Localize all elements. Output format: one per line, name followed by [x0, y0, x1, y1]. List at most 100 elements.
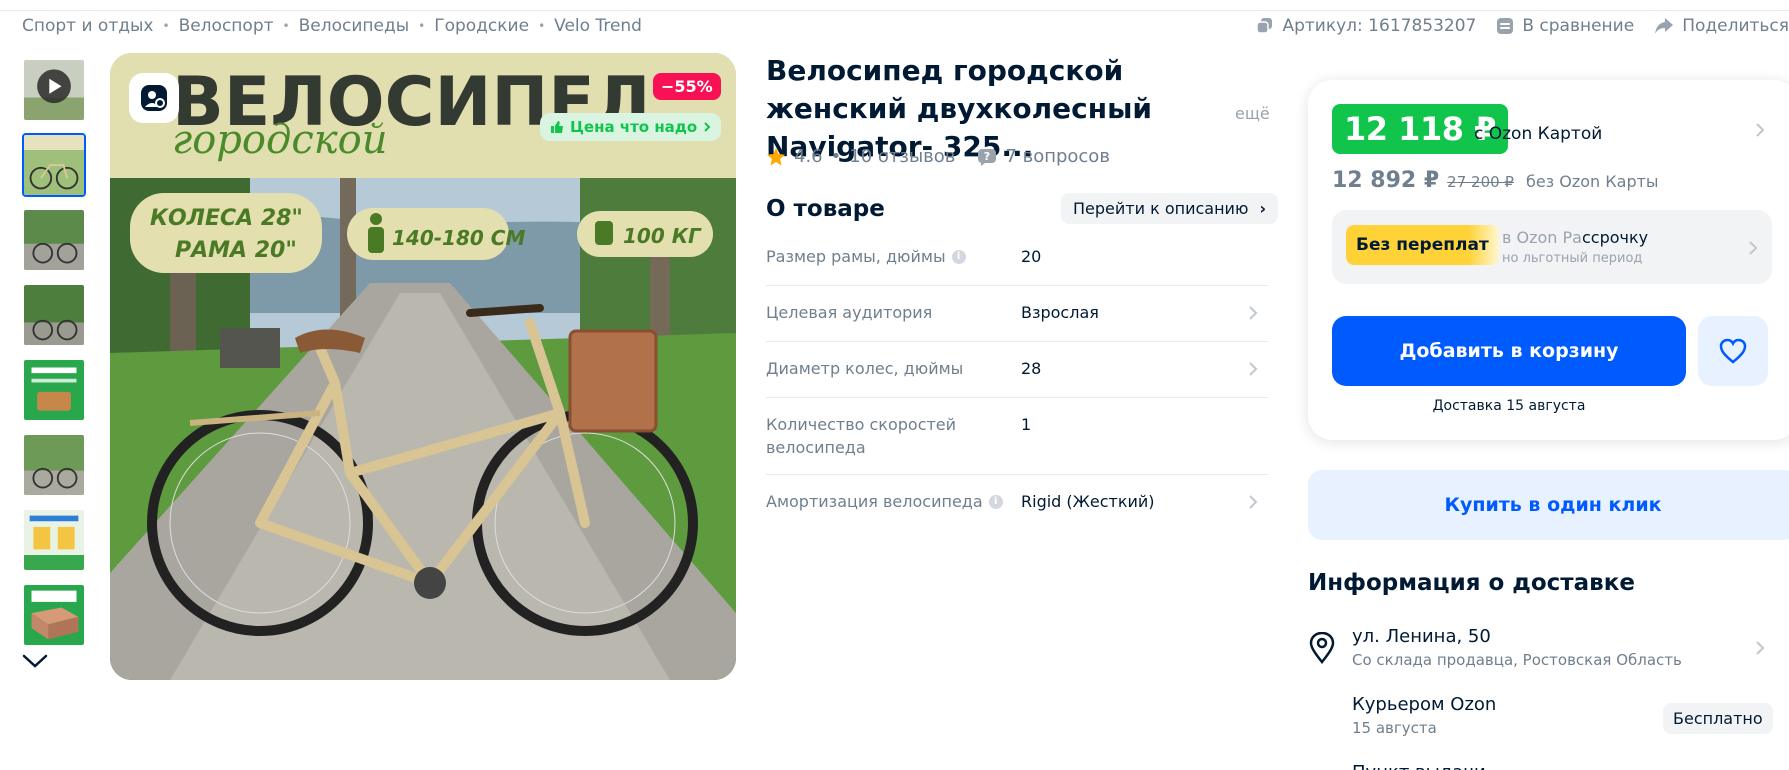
spec-name: Размер рамы, дюймы — [766, 247, 946, 266]
chevron-right-icon — [1249, 495, 1258, 509]
thumbnail-item[interactable] — [22, 583, 86, 647]
pickup-point-label: Пункт выдачи — [1352, 762, 1486, 770]
regular-price: 12 892 ₽ — [1332, 168, 1440, 193]
spec-name: Целевая аудитория — [766, 303, 933, 322]
article-text: Артикул: 1617853207 — [1282, 16, 1477, 36]
svg-text:?: ? — [984, 150, 990, 163]
compare-icon — [1497, 18, 1514, 34]
bike-thumb-image — [24, 210, 84, 270]
installment-title-part: ссрочку — [1581, 228, 1649, 247]
thumbnail-item[interactable] — [22, 283, 86, 347]
chevron-right-icon — [1749, 241, 1758, 255]
breadcrumb-item[interactable]: Velo Trend — [554, 16, 642, 36]
free-delivery-badge: Бесплатно — [1663, 703, 1773, 734]
courier-label: Курьером Ozon — [1352, 694, 1497, 715]
regular-price-row: 12 892 ₽ 27 200 ₽ без Ozon Карты — [1332, 168, 1659, 193]
spec-value: 1 — [1021, 415, 1032, 434]
info-thumb-image — [24, 510, 84, 570]
title-more-link[interactable]: ещё — [1235, 104, 1270, 123]
good-price-tag[interactable]: Цена что надо — [540, 113, 722, 141]
banner-subtitle-text: городской — [172, 117, 387, 163]
courier-delivery: Курьером Ozon 15 августа — [1352, 694, 1496, 737]
star-icon — [767, 147, 785, 165]
spec-value: 20 — [1021, 247, 1042, 266]
spec-row[interactable]: Целевая аудитория Взрослая — [766, 286, 1268, 342]
thumbnail-item[interactable] — [22, 433, 86, 497]
breadcrumb-separator: • — [282, 19, 290, 33]
thumbnail-video[interactable] — [22, 58, 86, 122]
breadcrumb: Спорт и отдых • Велоспорт • Велосипеды •… — [22, 16, 642, 36]
height-label: 140-180 СМ — [392, 226, 525, 250]
thumbnail-item[interactable] — [22, 133, 86, 197]
delivery-date: Доставка 15 августа — [1432, 398, 1586, 414]
breadcrumb-separator: • — [538, 19, 546, 33]
chevron-right-icon[interactable] — [1755, 640, 1765, 656]
thumbnail-item[interactable] — [22, 358, 86, 422]
installment-title: в Ozon Рассрочку — [1502, 228, 1648, 247]
delivery-info-title: Информация о доставке — [1308, 570, 1635, 596]
spec-value: 28 — [1021, 359, 1042, 378]
gallery-thumbnails — [22, 58, 92, 658]
share-button[interactable]: Поделиться — [1654, 16, 1789, 36]
questions-link[interactable]: 7 вопросов — [1005, 146, 1110, 167]
spec-row[interactable]: Амортизация велосипеда i Rigid (Жесткий) — [766, 475, 1268, 531]
rating-dot: • — [830, 146, 842, 167]
info-icon[interactable]: i — [951, 249, 966, 264]
reviews-link[interactable]: 10 отзывов — [849, 146, 955, 167]
box-thumb-image — [24, 585, 84, 645]
bike-photo: ВЕЛОСИПЕД городской КОЛЕСА 28" РАМА 20" … — [110, 53, 736, 680]
image-search-icon — [141, 85, 167, 111]
installment-badge: Без переплат — [1346, 225, 1499, 265]
breadcrumb-separator: • — [418, 19, 426, 33]
copy-icon — [1256, 18, 1273, 34]
delivery-address[interactable]: ул. Ленина, 50 Со склада продавца, Росто… — [1352, 626, 1682, 669]
compare-button[interactable]: В сравнение — [1496, 16, 1634, 36]
bike-thumb-image — [24, 435, 84, 495]
courier-date: 15 августа — [1352, 719, 1437, 737]
chevron-right-icon — [1249, 306, 1258, 320]
buy-one-click-button[interactable]: Купить в один клик — [1308, 470, 1789, 540]
add-to-cart-button[interactable]: Добавить в корзину — [1332, 316, 1686, 386]
goto-description-label: Перейти к описанию — [1073, 199, 1249, 218]
breadcrumb-separator: • — [162, 19, 170, 33]
frame-label: РАМА 20" — [175, 238, 297, 263]
bike-thumb-image — [24, 285, 84, 345]
spec-name: Амортизация велосипеда — [766, 492, 983, 511]
wheels-label: КОЛЕСА 28" — [150, 206, 303, 231]
breadcrumb-item[interactable]: Велосипеды — [299, 16, 410, 36]
spec-value: Rigid (Жесткий) — [1021, 492, 1155, 511]
price-card: 12 118 ₽ с Ozon Картой 12 892 ₽ 27 200 ₽… — [1308, 80, 1789, 440]
breadcrumb-item[interactable]: Городские — [434, 16, 529, 36]
chevron-right-icon[interactable] — [1755, 122, 1765, 138]
share-label: Поделиться — [1682, 16, 1789, 36]
favorite-button[interactable] — [1698, 316, 1768, 386]
breadcrumb-item[interactable]: Велоспорт — [179, 16, 274, 36]
question-icon: ? — [978, 148, 997, 166]
specs-list: Размер рамы, дюймы i 20 Целевая аудитория… — [766, 230, 1268, 531]
thumbnail-item[interactable] — [22, 208, 86, 272]
chevron-down-icon[interactable] — [20, 651, 50, 671]
rating-value: 4.6 — [794, 146, 823, 167]
good-price-label: Цена что надо — [570, 118, 698, 136]
installment-banner[interactable]: Без переплат в Ozon Рассрочку но льготны… — [1332, 210, 1772, 284]
address-subtext: Со склада продавца, Ростовская Область — [1352, 651, 1682, 669]
thumbnail-item[interactable] — [22, 508, 86, 572]
breadcrumb-item[interactable]: Спорт и отдых — [22, 16, 153, 36]
goto-description-button[interactable]: Перейти к описанию › — [1061, 193, 1279, 224]
regular-price-label: без Ozon Карты — [1525, 172, 1659, 191]
video-thumb-image — [24, 60, 84, 120]
main-product-image[interactable]: ВЕЛОСИПЕД городской КОЛЕСА 28" РАМА 20" … — [110, 53, 736, 680]
image-search-button[interactable] — [129, 73, 179, 123]
info-icon[interactable]: i — [988, 494, 1003, 509]
spec-row: Количество скоростей велосипеда 1 — [766, 398, 1268, 475]
spec-row: Размер рамы, дюймы i 20 — [766, 230, 1268, 286]
address-text: ул. Ленина, 50 — [1352, 626, 1491, 647]
rating-summary: 4.6 • 10 отзывов ? 7 вопросов — [766, 146, 1110, 167]
spec-row[interactable]: Диаметр колес, дюймы 28 — [766, 342, 1268, 398]
installment-subtitle: но льготный период — [1502, 251, 1643, 266]
article-copy[interactable]: Артикул: 1617853207 — [1256, 16, 1476, 36]
chevron-right-icon: › — [1259, 199, 1267, 218]
spec-name: Диаметр колес, дюймы — [766, 359, 964, 378]
location-pin-icon — [1309, 632, 1335, 664]
discount-badge: −55% — [653, 73, 721, 100]
